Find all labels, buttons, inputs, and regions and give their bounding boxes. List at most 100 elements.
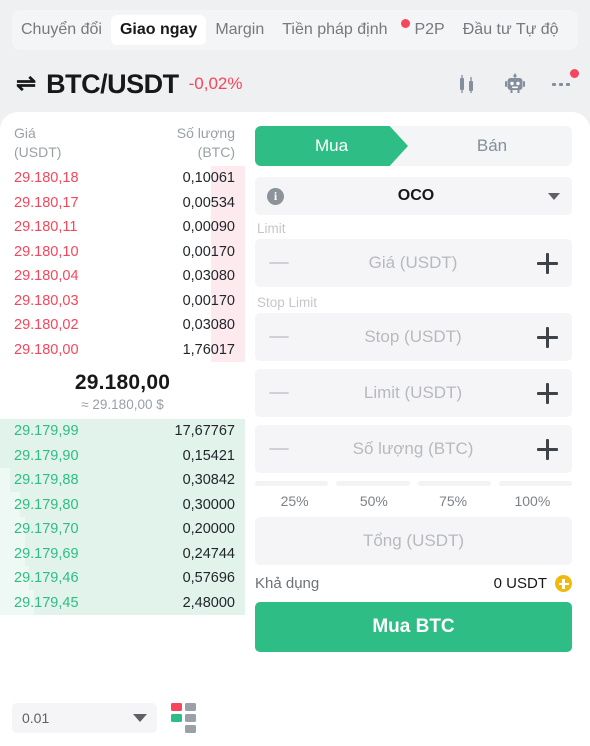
amount-input[interactable]: Số lượng (BTC) [289, 439, 537, 459]
order-price: 29.179,90 [14, 447, 79, 464]
decrement-icon[interactable] [269, 448, 289, 450]
tab-sell[interactable]: Bán [412, 126, 572, 166]
orderbook-bids-wrap: 29.179,99 17,67767 29.179,90 0,15421 29.179,… [0, 418, 245, 615]
increment-icon[interactable] [537, 438, 558, 460]
percent-label-100[interactable]: 100% [493, 493, 572, 509]
percent-slider[interactable]: 25% 50% 75% 100% [255, 481, 572, 509]
percent-bar-50[interactable] [336, 481, 410, 486]
order-quantity: 0,00170 [182, 292, 235, 309]
decrement-icon[interactable] [269, 336, 289, 338]
percent-label-75[interactable]: 75% [414, 493, 493, 509]
orderbook-asks: 29.180,18 0,10061 29.180,17 0,00534 29.180,1… [0, 165, 245, 362]
orderbook-layout-icon[interactable] [171, 703, 196, 733]
stop-input-row[interactable]: Stop (USDT) [255, 313, 572, 361]
orderbook-row[interactable]: 29.180,04 0,03080 [0, 263, 245, 289]
order-price: 29.179,80 [14, 496, 79, 513]
orderbook: Giá (USDT) Số lượng (BTC) 29.180,18 0,100… [0, 112, 245, 746]
order-price: 29.179,70 [14, 521, 79, 538]
orderbook-row[interactable]: 29.179,45 2,48000 [0, 590, 245, 615]
order-quantity: 1,76017 [182, 341, 235, 358]
info-icon[interactable]: i [267, 187, 284, 205]
percent-bar-100[interactable] [498, 481, 572, 486]
swap-pair-icon[interactable]: ⇌ [16, 72, 36, 96]
order-quantity: 0,10061 [182, 170, 235, 187]
price-input[interactable]: Giá (USDT) [289, 253, 537, 273]
orderbook-row[interactable]: 29.180,18 0,10061 [0, 165, 245, 191]
percent-bar-25[interactable] [255, 481, 329, 486]
orderbook-bids: 29.179,99 17,67767 29.179,90 0,15421 29.179,… [0, 418, 245, 615]
orderbook-row[interactable]: 29.180,11 0,00090 [0, 214, 245, 240]
increment-icon[interactable] [537, 252, 558, 274]
stop-input[interactable]: Stop (USDT) [289, 327, 537, 347]
percent-bar-75[interactable] [417, 481, 491, 486]
tab-p2p[interactable]: P2P [396, 15, 453, 45]
tab-margin[interactable]: Margin [206, 15, 273, 45]
tab-chuyen-doi[interactable]: Chuyển đổi [12, 15, 111, 45]
limit-section-label: Limit [257, 221, 286, 236]
page-title[interactable]: BTC/USDT [46, 69, 179, 100]
top-nav-tabstrip[interactable]: Chuyển đổi Giao ngay Margin Tiền pháp đị… [12, 10, 578, 50]
plus-circle-icon[interactable] [555, 575, 572, 592]
tab-tien-phap-dinh[interactable]: Tiền pháp định [273, 15, 396, 45]
increment-icon[interactable] [537, 382, 558, 404]
order-quantity: 2,48000 [182, 594, 235, 611]
orderbook-col-price-unit: (USDT) [14, 143, 62, 160]
tab-dau-tu-tu-dong[interactable]: Đầu tư Tự độ [454, 15, 568, 45]
available-label: Khả dụng [255, 575, 320, 592]
order-quantity: 0,03080 [182, 317, 235, 334]
trading-bot-icon[interactable] [502, 71, 528, 97]
increment-icon[interactable] [537, 326, 558, 348]
header-icon-group [454, 69, 579, 97]
orderbook-row[interactable]: 29.179,69 0,24744 [0, 541, 245, 566]
order-quantity: 0,00170 [182, 243, 235, 260]
total-input[interactable]: Tổng (USDT) [255, 517, 572, 565]
tab-buy[interactable]: Mua [255, 126, 408, 166]
order-type-select[interactable]: i OCO [255, 177, 572, 215]
percent-label-50[interactable]: 50% [334, 493, 413, 509]
orderbook-row[interactable]: 29.179,90 0,15421 [0, 443, 245, 468]
orderbook-row[interactable]: 29.180,00 1,76017 [0, 337, 245, 362]
limit-input-row[interactable]: Limit (USDT) [255, 369, 572, 417]
orderbook-row[interactable]: 29.179,70 0,20000 [0, 516, 245, 542]
decrement-icon[interactable] [269, 262, 289, 264]
more-options-icon[interactable] [550, 69, 579, 97]
orderbook-row[interactable]: 29.179,46 0,57696 [0, 565, 245, 591]
orderbook-row[interactable]: 29.179,99 17,67767 [0, 418, 245, 444]
orderbook-header: Giá (USDT) Số lượng (BTC) [0, 112, 245, 166]
order-quantity: 0,30842 [182, 472, 235, 489]
order-quantity: 0,03080 [182, 268, 235, 285]
order-price: 29.179,88 [14, 472, 79, 489]
available-balance-row: Khả dụng 0 USDT [255, 575, 572, 592]
percent-label-25[interactable]: 25% [255, 493, 334, 509]
limit-input[interactable]: Limit (USDT) [289, 383, 537, 403]
order-quantity: 0,24744 [182, 545, 235, 562]
tab-giao-ngay[interactable]: Giao ngay [110, 15, 207, 45]
order-quantity: 0,15421 [182, 447, 235, 464]
order-quantity: 0,00090 [182, 219, 235, 236]
orderbook-row[interactable]: 29.179,80 0,30000 [0, 492, 245, 517]
decrement-icon[interactable] [269, 392, 289, 394]
order-quantity: 0,20000 [182, 521, 235, 538]
order-quantity: 0,00534 [182, 194, 235, 211]
tick-size-value: 0.01 [22, 710, 50, 726]
submit-buy-button[interactable]: Mua BTC [255, 602, 572, 652]
order-price: 29.179,46 [14, 570, 79, 587]
candlestick-chart-icon[interactable] [454, 71, 480, 97]
orderbook-row[interactable]: 29.180,10 0,00170 [0, 239, 245, 264]
orderbook-row[interactable]: 29.180,02 0,03080 [0, 312, 245, 338]
order-quantity: 17,67767 [174, 423, 235, 440]
stop-limit-section-label: Stop Limit [257, 295, 318, 310]
orderbook-row[interactable]: 29.180,17 0,00534 [0, 190, 245, 215]
order-price: 29.180,00 [14, 341, 79, 358]
buy-sell-toggle: Mua Bán [255, 126, 572, 166]
orderbook-col-qty-unit: (BTC) [197, 143, 235, 160]
orderbook-row[interactable]: 29.179,88 0,30842 [0, 467, 245, 493]
order-price: 29.180,04 [14, 268, 79, 285]
amount-input-row[interactable]: Số lượng (BTC) [255, 425, 572, 473]
order-price: 29.180,03 [14, 292, 79, 309]
orderbook-row[interactable]: 29.180,03 0,00170 [0, 288, 245, 313]
percent-labels: 25% 50% 75% 100% [255, 493, 572, 509]
order-price: 29.179,45 [14, 594, 79, 611]
price-input-row[interactable]: Giá (USDT) [255, 239, 572, 287]
tick-size-select[interactable]: 0.01 [12, 703, 157, 733]
